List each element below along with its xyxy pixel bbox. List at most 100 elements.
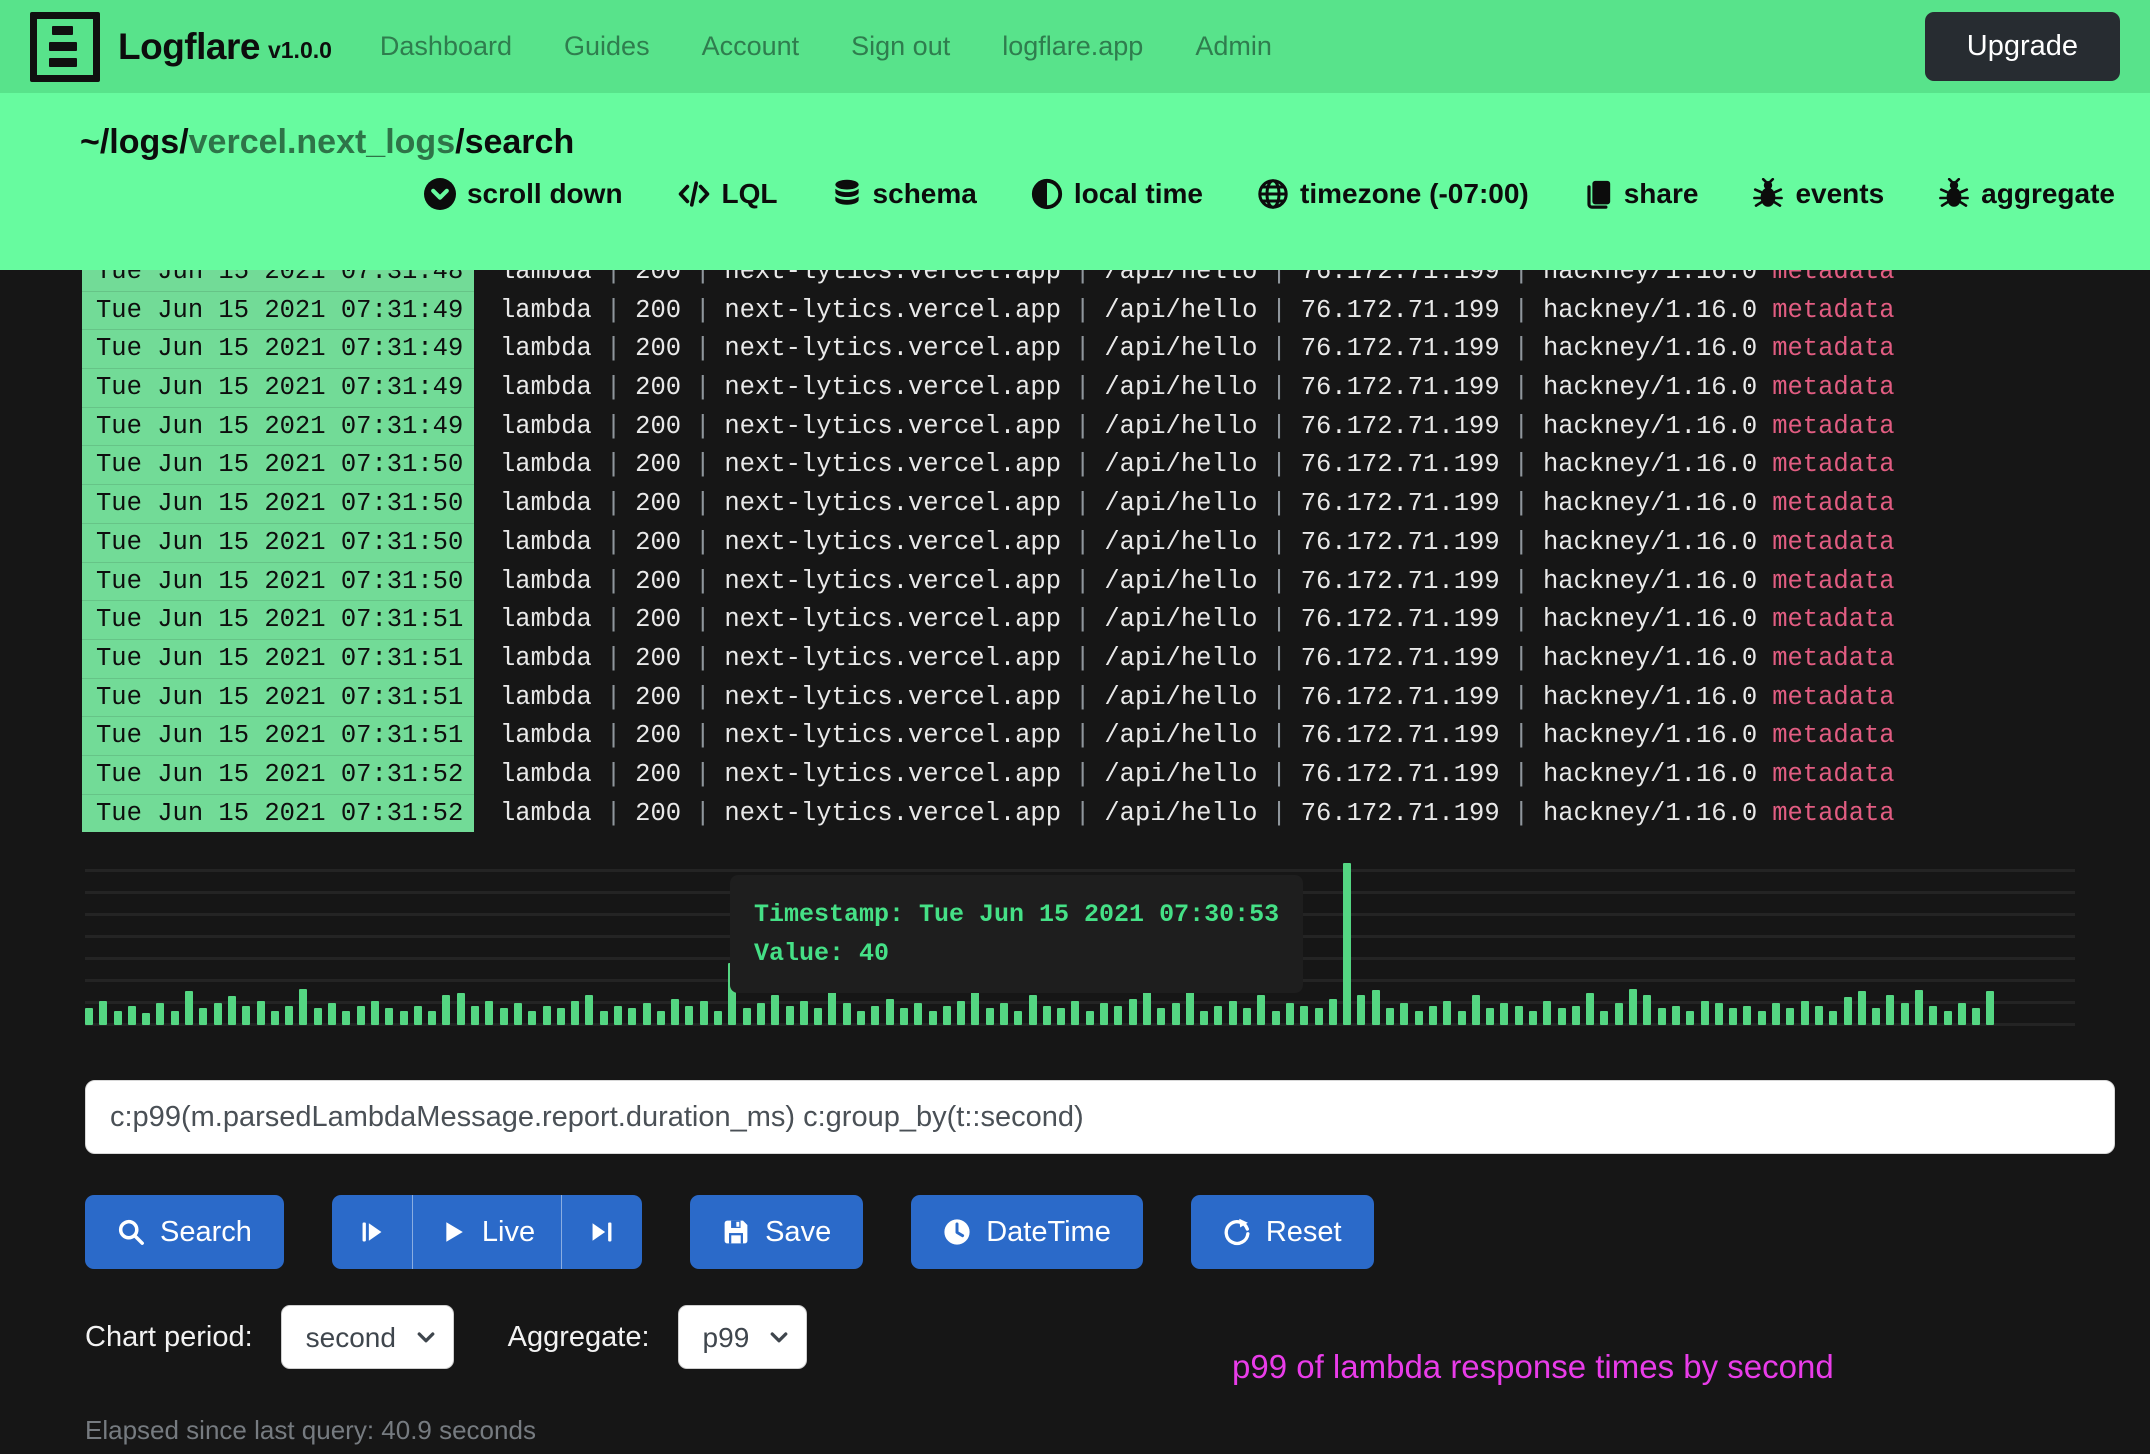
nav-link-account[interactable]: Account xyxy=(702,31,800,62)
timezone-control[interactable]: timezone (-07:00) xyxy=(1257,178,1529,210)
chart-bar[interactable] xyxy=(1643,995,1651,1025)
lql-query-input[interactable] xyxy=(85,1080,2115,1154)
chart-bar[interactable] xyxy=(1429,1006,1437,1025)
chart-bar[interactable] xyxy=(371,1001,379,1025)
chart-bar[interactable] xyxy=(543,1006,551,1025)
events-control[interactable]: events xyxy=(1752,178,1884,210)
chart-bar[interactable] xyxy=(1901,1003,1909,1025)
chart-bar[interactable] xyxy=(314,1008,322,1025)
live-button[interactable]: Live xyxy=(412,1195,561,1269)
log-row[interactable]: Tue Jun 15 2021 07:31:50 lambda|200|next… xyxy=(0,563,2150,602)
chart-bar[interactable] xyxy=(657,1011,665,1025)
chart-bar[interactable] xyxy=(1729,1008,1737,1025)
search-button[interactable]: Search xyxy=(85,1195,284,1269)
chart-bar[interactable] xyxy=(1372,990,1380,1025)
log-row[interactable]: Tue Jun 15 2021 07:31:51 lambda|200|next… xyxy=(0,640,2150,679)
metadata-link[interactable]: metadata xyxy=(1772,373,1894,402)
log-row[interactable]: Tue Jun 15 2021 07:31:50 lambda|200|next… xyxy=(0,446,2150,485)
logflare-logo-icon[interactable] xyxy=(30,12,100,82)
chart-bar[interactable] xyxy=(628,1008,636,1025)
log-list-viewport[interactable]: Tue Jun 15 2021 07:31:48 lambda|200|next… xyxy=(0,270,2150,832)
chart-bar[interactable] xyxy=(1172,1003,1180,1025)
chart-bar[interactable] xyxy=(1872,1008,1880,1025)
log-row[interactable]: Tue Jun 15 2021 07:31:52 lambda|200|next… xyxy=(0,795,2150,832)
metadata-link[interactable]: metadata xyxy=(1772,605,1894,634)
chart-bar[interactable] xyxy=(886,999,894,1025)
chart-bar[interactable] xyxy=(85,1008,93,1025)
chart-bar[interactable] xyxy=(185,991,193,1025)
chart-bar[interactable] xyxy=(1186,991,1194,1025)
chart-bar[interactable] xyxy=(1415,1011,1423,1025)
metadata-link[interactable]: metadata xyxy=(1772,644,1894,673)
log-row[interactable]: Tue Jun 15 2021 07:31:49 lambda|200|next… xyxy=(0,292,2150,331)
chart-bar[interactable] xyxy=(400,1011,408,1025)
backwards-button[interactable] xyxy=(332,1195,412,1269)
chart-bar[interactable] xyxy=(342,1011,350,1025)
chart-bar[interactable] xyxy=(757,1003,765,1025)
chart-bar[interactable] xyxy=(1944,1011,1952,1025)
chart-bar[interactable] xyxy=(1343,863,1351,1025)
log-row[interactable]: Tue Jun 15 2021 07:31:51 lambda|200|next… xyxy=(0,679,2150,718)
chart-bar[interactable] xyxy=(1329,999,1337,1025)
chart-bar[interactable] xyxy=(1486,1008,1494,1025)
chart-bar[interactable] xyxy=(1272,1011,1280,1025)
chart-bar[interactable] xyxy=(1057,1008,1065,1025)
chart-bar[interactable] xyxy=(114,1011,122,1025)
chart-bar[interactable] xyxy=(228,996,236,1025)
chart-bar[interactable] xyxy=(929,1011,937,1025)
chart-bar[interactable] xyxy=(1200,1011,1208,1025)
lql-control[interactable]: LQL xyxy=(677,178,778,210)
chart-bar[interactable] xyxy=(871,1006,879,1025)
chart-bar[interactable] xyxy=(1043,1006,1051,1025)
chart-bar[interactable] xyxy=(1515,1006,1523,1025)
chart-bar[interactable] xyxy=(457,993,465,1025)
chart-bar[interactable] xyxy=(743,1008,751,1025)
chart-bar[interactable] xyxy=(1586,993,1594,1025)
chart-bar[interactable] xyxy=(171,1011,179,1025)
log-row[interactable]: Tue Jun 15 2021 07:31:48 lambda|200|next… xyxy=(0,270,2150,292)
chart-bar[interactable] xyxy=(1257,995,1265,1025)
nav-link-admin[interactable]: Admin xyxy=(1195,31,1272,62)
chart-bar[interactable] xyxy=(671,999,679,1025)
scroll-down-control[interactable]: scroll down xyxy=(424,178,623,210)
chart-bar[interactable] xyxy=(714,1011,722,1025)
chart-bar[interactable] xyxy=(685,1006,693,1025)
chart-bar[interactable] xyxy=(257,1001,265,1025)
local-time-control[interactable]: local time xyxy=(1031,178,1203,210)
chart-bar[interactable] xyxy=(857,1011,865,1025)
chart-bar[interactable] xyxy=(214,1003,222,1025)
metadata-link[interactable]: metadata xyxy=(1772,760,1894,789)
chart-bar[interactable] xyxy=(1458,1011,1466,1025)
chart-bar[interactable] xyxy=(1743,1006,1751,1025)
chart-bar[interactable] xyxy=(571,1001,579,1025)
chart-bar[interactable] xyxy=(1686,1011,1694,1025)
nav-link-guides[interactable]: Guides xyxy=(564,31,650,62)
chart-bar[interactable] xyxy=(528,1011,536,1025)
chart-bar[interactable] xyxy=(786,1006,794,1025)
chart-bar[interactable] xyxy=(1214,1006,1222,1025)
chart-bar[interactable] xyxy=(1100,1003,1108,1025)
chart-bar[interactable] xyxy=(1615,1003,1623,1025)
schema-control[interactable]: schema xyxy=(832,178,977,210)
chart-bar[interactable] xyxy=(142,1013,150,1025)
chart-bar[interactable] xyxy=(600,1011,608,1025)
chart-bar[interactable] xyxy=(357,1006,365,1025)
chart-bar[interactable] xyxy=(242,1006,250,1025)
chart-bar[interactable] xyxy=(485,1001,493,1025)
chart-bar[interactable] xyxy=(1286,1003,1294,1025)
chart-bar[interactable] xyxy=(1801,1001,1809,1025)
chart-bar[interactable] xyxy=(1386,1008,1394,1025)
metadata-link[interactable]: metadata xyxy=(1772,721,1894,750)
chart-bar[interactable] xyxy=(914,1003,922,1025)
chart-bar[interactable] xyxy=(943,1006,951,1025)
metadata-link[interactable]: metadata xyxy=(1772,489,1894,518)
chart-bar[interactable] xyxy=(585,995,593,1025)
metadata-link[interactable]: metadata xyxy=(1772,567,1894,596)
chart-bar[interactable] xyxy=(285,1006,293,1025)
chart-bar[interactable] xyxy=(1529,1011,1537,1025)
chart-bar[interactable] xyxy=(1958,1003,1966,1025)
chart-bar[interactable] xyxy=(1929,1006,1937,1025)
chart-bar[interactable] xyxy=(1701,1001,1709,1025)
breadcrumb-source-name[interactable]: vercel.next_logs xyxy=(189,123,455,161)
metadata-link[interactable]: metadata xyxy=(1772,270,1894,286)
